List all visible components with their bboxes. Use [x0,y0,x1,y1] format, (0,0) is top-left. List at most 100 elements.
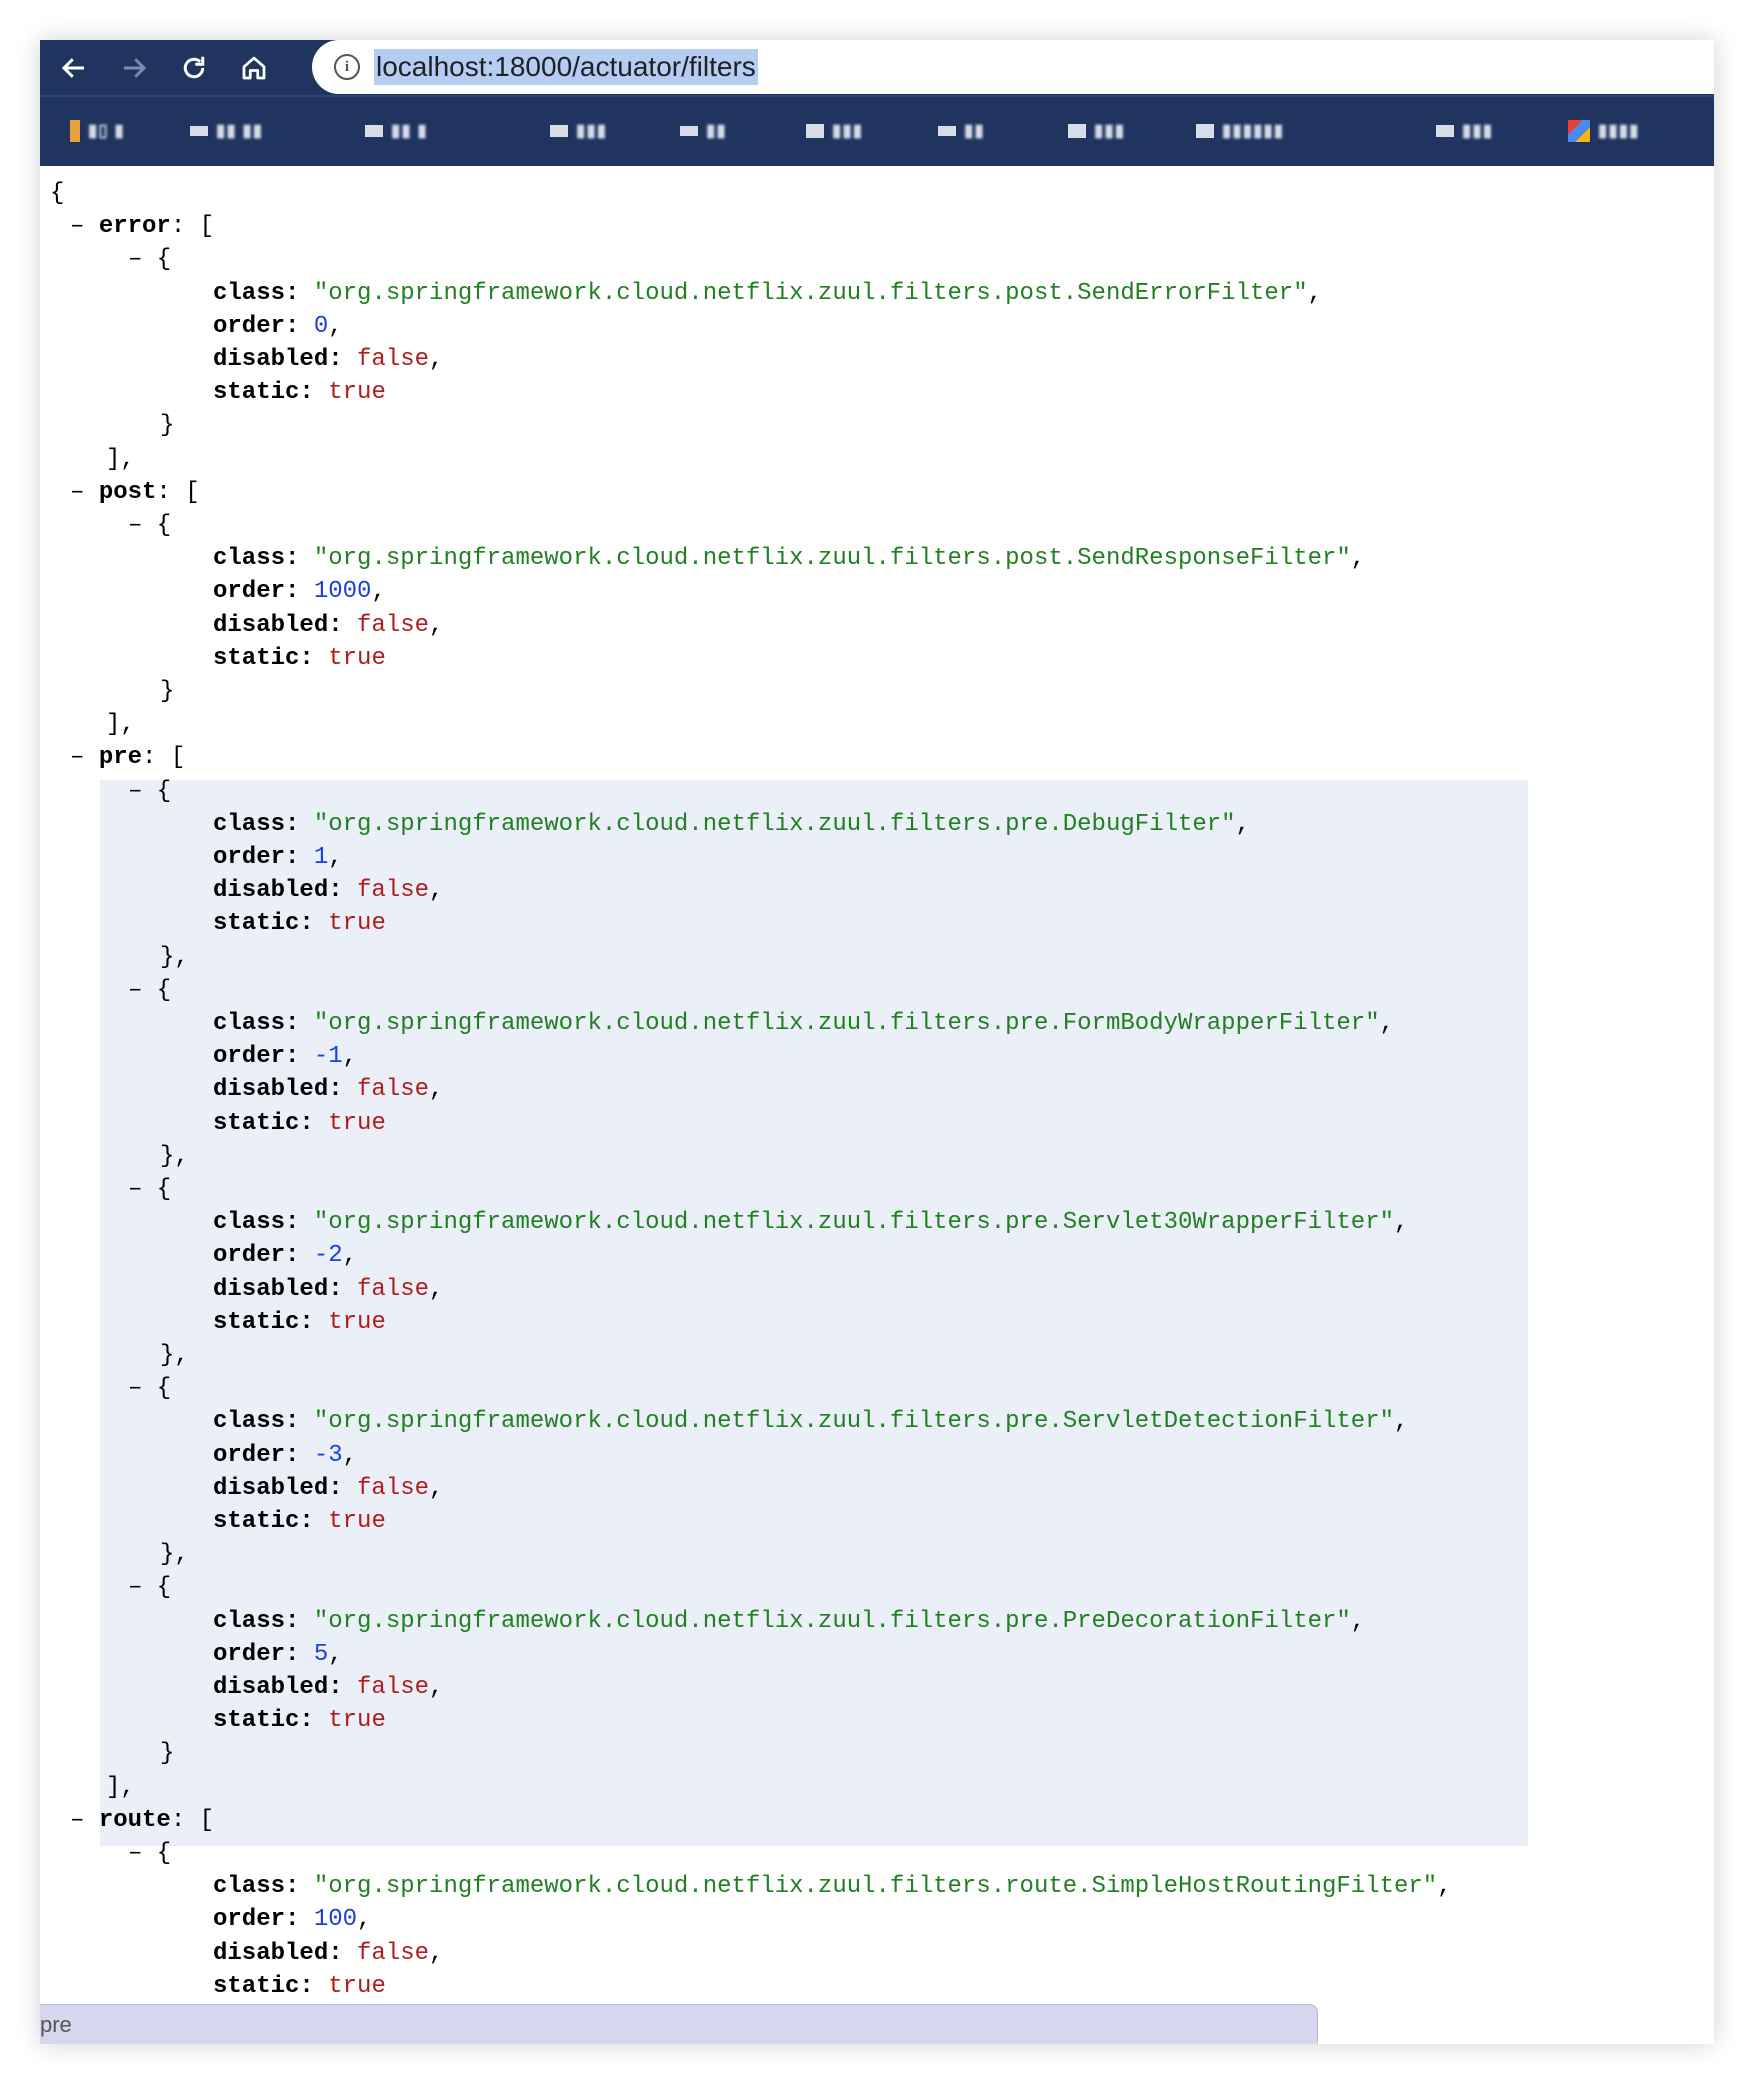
collapse-toggle[interactable]: – [128,1176,142,1203]
json-object-close: } [160,1740,175,1768]
json-field-static: static: true [213,377,386,409]
json-key: static: [213,910,314,938]
json-group-post: – post: [ [70,478,200,506]
url-text[interactable]: localhost:18000/actuator/filters [374,49,758,85]
home-button[interactable] [232,46,276,90]
json-value: true [328,910,386,938]
collapse-toggle[interactable]: – [128,778,142,805]
json-key: pre [98,744,143,772]
json-field-order: order: -2, [213,1242,358,1270]
json-field-class: class: "org.springframework.cloud.netfli… [213,279,1322,307]
json-field-order: order: 1000, [213,578,386,606]
forward-button[interactable] [112,46,156,90]
json-field-disabled: disabled: false, [213,1674,444,1701]
bookmark-item[interactable]: ▮▮ [938,119,985,143]
json-field-order: order: 100, [213,1906,372,1934]
address-bar[interactable]: i localhost:18000/actuator/filters [312,40,1714,94]
collapse-toggle[interactable]: – [70,1807,84,1834]
json-key: static: [213,1972,314,2000]
json-field-class: class: "org.springframework.cloud.netfli… [213,545,1366,573]
json-field-disabled: disabled: false, [213,1474,444,1502]
collapse-toggle[interactable]: – [128,1574,142,1601]
json-value: true [328,379,386,407]
json-field-order: order: 5, [213,1640,343,1668]
collapse-toggle[interactable]: – [128,1840,142,1867]
json-array-close: ], [106,445,135,473]
json-value: true [328,1508,386,1535]
collapse-toggle[interactable]: – [128,512,142,539]
collapse-toggle[interactable]: – [128,246,142,273]
json-object-close: }, [160,1541,189,1569]
bookmark-item[interactable]: ▮▯ ▮ [70,119,125,143]
json-value: "org.springframework.cloud.netflix.zuul.… [313,279,1308,307]
reload-button[interactable] [172,46,216,90]
collapse-toggle[interactable]: – [70,213,84,240]
json-key: order: [213,1242,300,1270]
json-value: true [328,644,386,672]
bookmark-item[interactable]: ▮▮▮ [806,119,863,143]
collapse-toggle[interactable]: – [70,744,84,771]
json-field-order: order: -1, [213,1043,358,1071]
json-key: disabled: [213,1674,343,1701]
json-key: error [98,213,171,241]
bookmark-item[interactable]: ▮▮▮▮ [1568,119,1639,143]
json-field-static: static: true [213,1108,386,1140]
bookmark-favicon-icon [680,126,698,136]
json-field-class: class: "org.springframework.cloud.netfli… [213,1408,1409,1436]
back-button[interactable] [52,46,96,90]
bookmark-item[interactable]: ▮▮▮▮▮▮ [1196,119,1284,143]
json-object-open: – { [128,1840,172,1867]
json-field-class: class: "org.springframework.cloud.netfli… [213,1873,1452,1901]
bookmark-favicon-icon [806,124,824,138]
json-field-order: order: 0, [213,312,343,340]
json-value: false [357,611,430,639]
collapse-toggle[interactable]: – [70,479,84,506]
bookmark-item[interactable]: ▮▮▮ [1436,119,1493,143]
json-field-disabled: disabled: false, [213,346,444,373]
json-field-class: class: "org.springframework.cloud.netfli… [213,1209,1409,1237]
json-key: order: [213,1441,300,1469]
bookmark-favicon-icon [190,126,208,136]
json-value: true [328,1308,386,1336]
json-key: order: [213,1906,300,1934]
json-field-static: static: true [213,643,386,675]
json-field-disabled: disabled: false, [213,877,444,905]
json-object-close: }, [160,1142,189,1170]
bookmark-item[interactable]: ▮▮▮ [550,119,607,143]
collapse-toggle[interactable]: – [128,1375,142,1402]
json-value: true [328,1972,386,2000]
json-object-open: – { [128,1176,172,1203]
json-object-close-line: }, [160,1141,189,1173]
bookmark-item[interactable]: ▮▮▮ [1068,119,1125,143]
home-icon [242,56,266,80]
collapse-toggle[interactable]: – [128,977,142,1004]
json-key: order: [213,578,300,606]
json-value: "org.springframework.cloud.netflix.zuul.… [313,1607,1351,1635]
json-value: -3 [313,1441,343,1469]
json-object-close: }, [160,943,189,971]
browser-toolbar: i localhost:18000/actuator/filters [40,40,1714,95]
bookmark-item[interactable]: ▮▮ [680,119,727,143]
json-viewer: {– error: [– {class: "org.springframewor… [40,166,1714,2044]
info-icon[interactable]: i [334,54,360,80]
json-object-close-line: }, [160,1539,189,1571]
json-object-open: – { [128,246,172,274]
json-object-close: } [160,678,175,705]
json-field-static: static: true [213,1705,386,1737]
json-field-disabled: disabled: false, [213,1939,444,1967]
bookmark-item[interactable]: ▮▮ ▮ [365,119,428,143]
json-key: route [98,1806,171,1834]
reload-icon [183,56,205,79]
json-value: 0 [313,312,329,340]
bookmark-item[interactable]: ▮▮ ▮▮ [190,119,263,143]
json-field-order: order: -3, [213,1441,358,1469]
json-value: "org.springframework.cloud.netflix.zuul.… [313,1010,1380,1037]
json-value: true [328,1707,386,1735]
json-key: class: [213,810,300,838]
json-key: order: [213,1043,300,1071]
json-key: disabled: [213,611,343,639]
status-text: pre [40,2012,72,2037]
json-field-static: static: true [213,1307,386,1339]
json-key: class: [213,1607,300,1635]
json-key: order: [213,1640,300,1668]
